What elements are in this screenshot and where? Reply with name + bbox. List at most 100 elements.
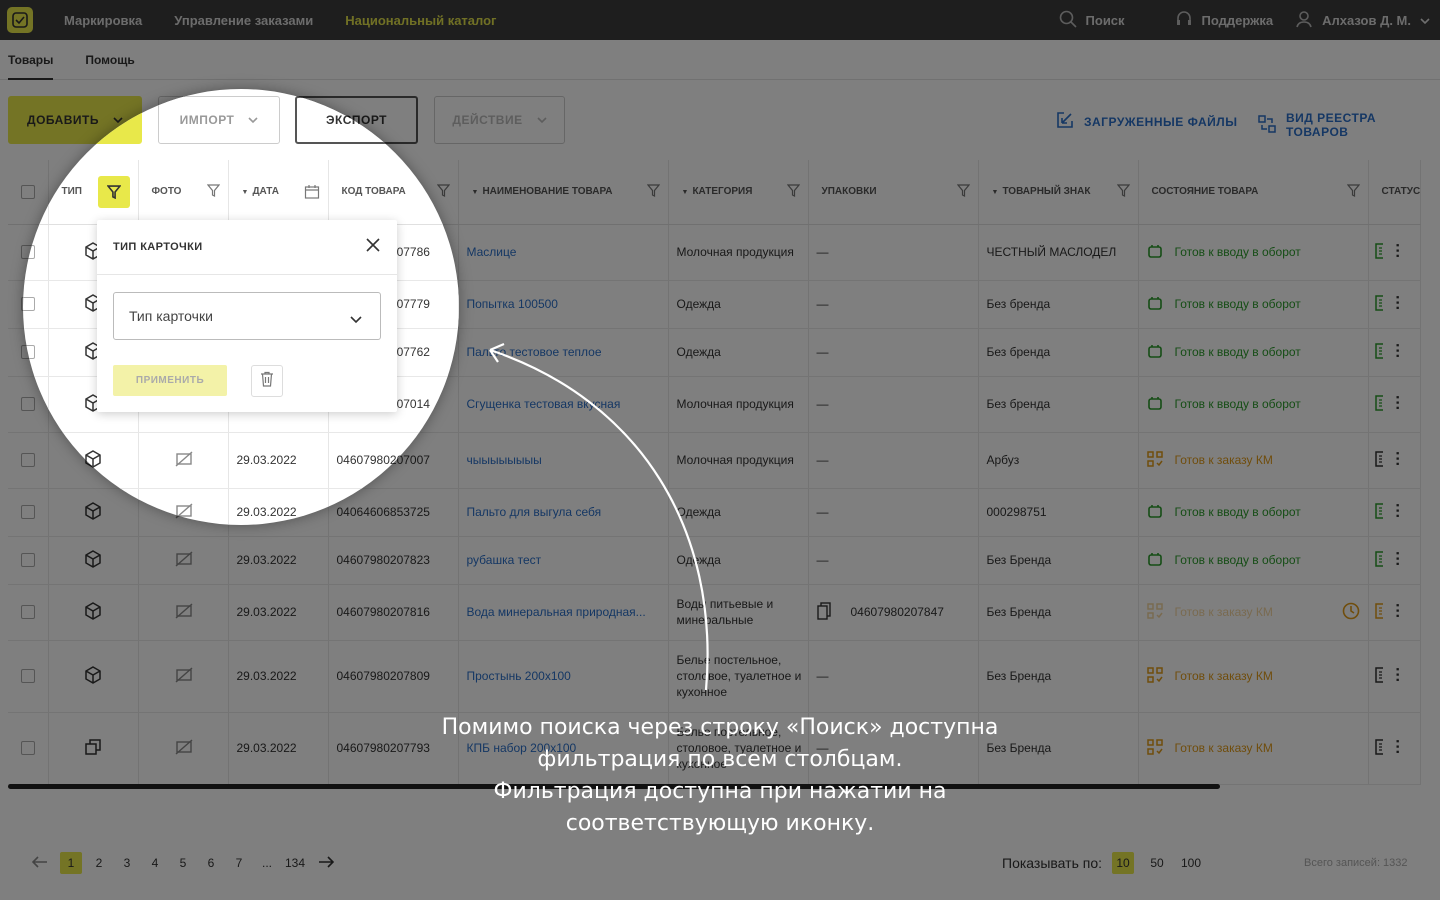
close-icon[interactable] <box>365 237 381 256</box>
name-cell[interactable]: Простынь 200x100 <box>458 640 669 713</box>
filter-icon[interactable] <box>1346 184 1360 200</box>
page-number[interactable]: 3 <box>116 852 138 874</box>
more-menu-icon[interactable]: ··· <box>1388 667 1406 683</box>
export-button[interactable]: ЭКСПОРТ <box>295 96 418 144</box>
document-icon[interactable] <box>1374 450 1385 470</box>
support-link[interactable]: Поддержка <box>1175 10 1273 31</box>
table-row[interactable]: 29.03.202204607980207007чыыыыыыыыМолочна… <box>23 432 459 489</box>
row-checkbox[interactable] <box>23 345 35 359</box>
name-cell[interactable]: Маслице <box>458 224 669 281</box>
name-cell[interactable]: Попытка 100500 <box>458 280 669 329</box>
name-cell[interactable]: Маслице <box>458 224 459 281</box>
document-icon[interactable] <box>1374 666 1385 686</box>
calendar-icon[interactable] <box>304 184 320 203</box>
pack-cell: — <box>808 488 979 537</box>
clear-filter-button[interactable] <box>251 365 283 397</box>
filter-icon[interactable] <box>436 184 450 200</box>
row-checkbox[interactable] <box>23 453 35 467</box>
document-icon[interactable] <box>1374 550 1385 570</box>
filter-icon[interactable] <box>1116 184 1130 200</box>
page-size-list: 10 50 100 <box>1112 852 1202 874</box>
document-icon[interactable] <box>1374 502 1385 522</box>
row-checkbox[interactable] <box>20 669 35 683</box>
row-checkbox[interactable] <box>20 553 35 567</box>
document-icon[interactable] <box>1374 602 1385 622</box>
name-cell[interactable]: чыыыыыыыы <box>458 432 669 489</box>
table-row[interactable]: 29.03.202204064606853725Пальто для выгул… <box>23 488 459 525</box>
row-checkbox[interactable] <box>23 505 35 519</box>
page-size-option[interactable]: 50 <box>1146 852 1168 874</box>
filter-icon[interactable] <box>956 184 970 200</box>
page-number[interactable]: 2 <box>88 852 110 874</box>
more-menu-icon[interactable]: ··· <box>1388 551 1406 567</box>
select-all-checkbox[interactable] <box>23 184 35 199</box>
name-cell[interactable]: Пальто тестовое теплое <box>458 328 669 377</box>
table-row[interactable]: 29.03.2022 04607980207809 Простынь 200x100… <box>8 640 1421 713</box>
action-button[interactable]: ДЕЙСТВИЕ <box>434 96 459 144</box>
filter-icon[interactable] <box>97 176 130 208</box>
document-icon[interactable] <box>1374 342 1385 362</box>
document-icon[interactable] <box>1374 294 1385 314</box>
search-link[interactable]: Поиск <box>1059 10 1125 31</box>
page-number[interactable]: 6 <box>200 852 222 874</box>
page-number[interactable]: 134 <box>284 852 306 874</box>
state-cell: Готов к заказу КМ <box>1138 640 1369 713</box>
table-row[interactable]: 29.03.2022 04607980207823 рубашка тест Одеж… <box>8 536 1421 585</box>
more-menu-icon[interactable]: ··· <box>1388 395 1406 411</box>
page-number[interactable]: 5 <box>172 852 194 874</box>
name-cell[interactable]: Пальто для выгула себя <box>458 488 459 525</box>
document-icon[interactable] <box>1374 242 1385 262</box>
arrow-right-icon[interactable] <box>318 855 335 871</box>
row-checkbox[interactable] <box>20 741 35 755</box>
row-checkbox[interactable] <box>20 605 35 619</box>
state-label: Готов к вводу в оборот <box>1174 297 1301 311</box>
name-cell[interactable]: Вода минеральная природная... <box>458 584 669 641</box>
user-menu[interactable]: Алхазов Д. М. <box>1295 10 1430 31</box>
filter-icon[interactable] <box>206 184 220 200</box>
page-number[interactable]: 4 <box>144 852 166 874</box>
page-size-option[interactable]: 100 <box>1180 852 1202 874</box>
tab-goods[interactable]: Товары <box>8 40 54 80</box>
more-menu-icon[interactable]: ··· <box>1388 343 1406 359</box>
name-cell[interactable]: Попытка 100500 <box>458 280 459 329</box>
more-menu-icon[interactable]: ··· <box>1388 503 1406 519</box>
filter-icon[interactable] <box>646 184 660 200</box>
arrow-left-icon[interactable] <box>31 855 48 871</box>
name-cell[interactable]: чыыыыыыыы <box>458 432 459 489</box>
apply-filter-button[interactable]: ПРИМЕНИТЬ <box>113 365 227 396</box>
more-menu-icon[interactable]: ··· <box>1388 451 1406 467</box>
card-type-select[interactable]: Тип карточки <box>113 292 381 340</box>
column-header: СТАТУС <box>1368 160 1421 225</box>
trash-icon <box>260 371 274 392</box>
uploaded-files-link[interactable]: ЗАГРУЖЕННЫЕ ФАЙЛЫ <box>1056 111 1237 132</box>
more-menu-icon[interactable]: ··· <box>1388 295 1406 311</box>
more-menu-icon[interactable]: ··· <box>1388 739 1406 755</box>
more-menu-icon[interactable]: ··· <box>1388 243 1406 259</box>
nav-item[interactable]: Управление заказами <box>174 13 313 28</box>
document-icon[interactable] <box>1374 394 1385 414</box>
nav-item[interactable]: Маркировка <box>64 13 142 28</box>
app-logo[interactable] <box>7 7 33 33</box>
table-row[interactable]: 29.03.2022 04607980207816 Вода минеральная… <box>8 584 1421 641</box>
row-checkbox[interactable] <box>23 297 35 311</box>
document-icon[interactable] <box>1374 738 1385 758</box>
page-number[interactable]: 1 <box>60 852 82 874</box>
page-size-option[interactable]: 10 <box>1112 852 1135 874</box>
name-cell[interactable]: Сгущенка тестовая вкусная <box>458 376 459 433</box>
registry-view-link[interactable]: ВИД РЕЕСТРА ТОВАРОВ <box>1258 111 1440 139</box>
name-cell[interactable]: Пальто тестовое теплое <box>458 328 459 377</box>
page-number[interactable]: ... <box>256 852 278 874</box>
row-checkbox[interactable] <box>23 397 35 411</box>
name-cell[interactable]: Сгущенка тестовая вкусная <box>458 376 669 433</box>
filter-icon[interactable] <box>786 184 800 200</box>
import-button[interactable]: ИМПОРТ <box>158 96 280 144</box>
name-cell[interactable]: рубашка тест <box>458 536 669 585</box>
add-button[interactable]: ДОБАВИТЬ <box>23 96 142 144</box>
name-cell[interactable]: Пальто для выгула себя <box>458 488 669 537</box>
nav-item[interactable]: Национальный каталог <box>345 13 496 28</box>
tab-help[interactable]: Помощь <box>85 40 134 80</box>
pack-cell: — <box>808 280 979 329</box>
row-checkbox[interactable] <box>23 245 35 259</box>
more-menu-icon[interactable]: ··· <box>1388 603 1406 619</box>
page-number[interactable]: 7 <box>228 852 250 874</box>
